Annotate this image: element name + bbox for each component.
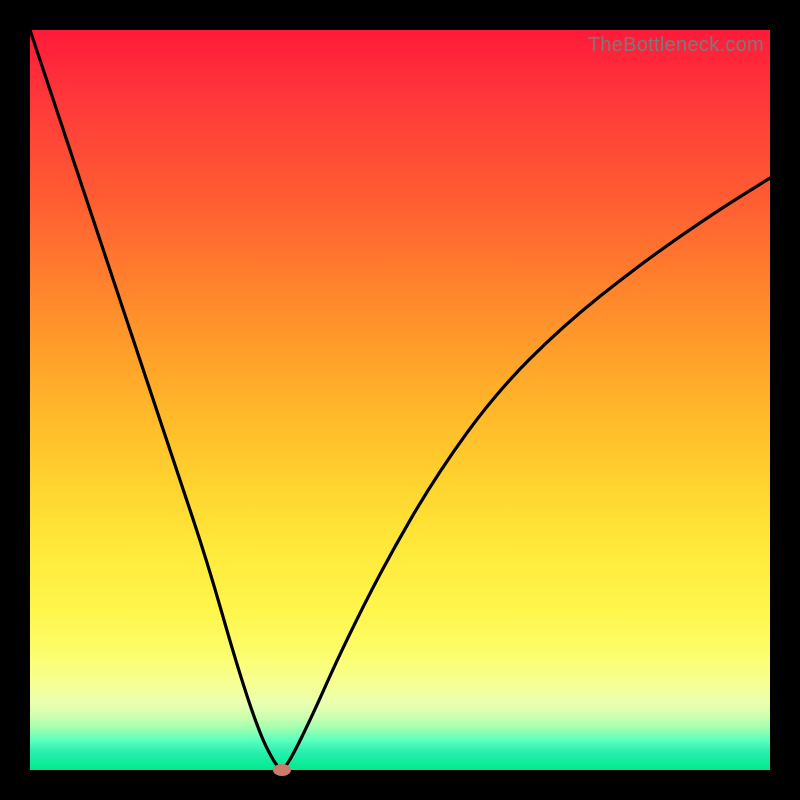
bottleneck-curve [30,30,770,768]
plot-area: TheBottleneck.com [30,30,770,770]
minimum-marker [273,764,291,776]
curve-svg [30,30,770,770]
chart-frame: TheBottleneck.com [0,0,800,800]
